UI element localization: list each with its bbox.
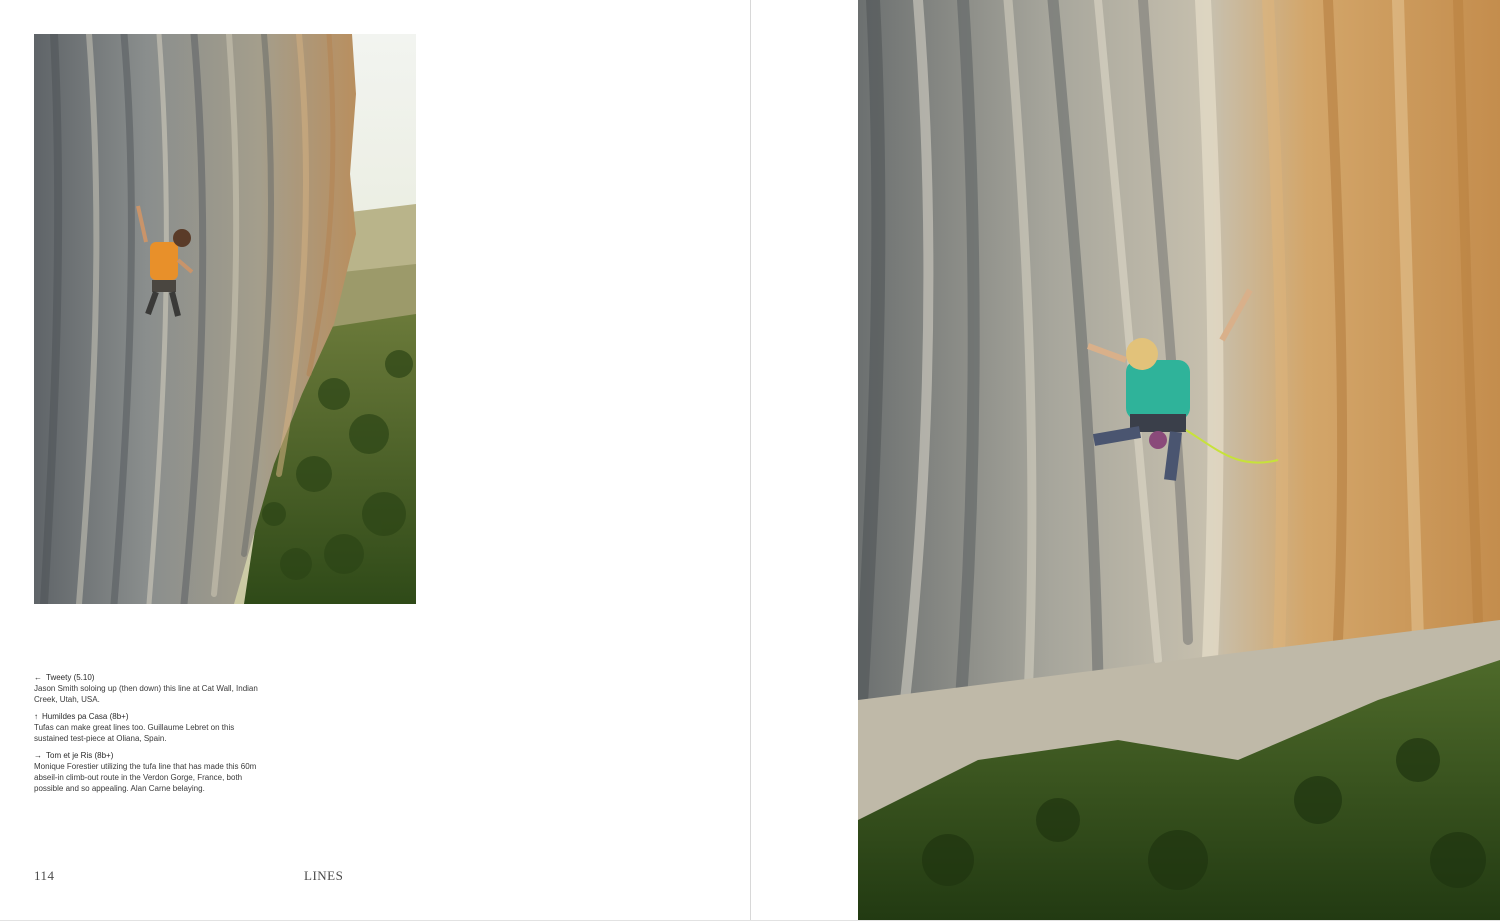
- running-head: LINES: [304, 868, 344, 883]
- caption-body: Monique Forestier utilizing the tufa lin…: [34, 762, 257, 793]
- page-number: 114: [34, 868, 55, 883]
- left-page: ← Tweety (5.10) Jason Smith soloing up (t…: [0, 0, 750, 921]
- arrow-up-icon: ↑: [34, 712, 38, 721]
- photo-climber-orange-shirt: [34, 34, 416, 604]
- arrow-right-icon: →: [34, 751, 42, 760]
- caption-tom-et-je-ris: → Tom et je Ris (8b+) Monique Forestier u…: [34, 750, 264, 794]
- caption-body: Tufas can make great lines too. Guillaum…: [34, 723, 235, 743]
- caption-body: Jason Smith soloing up (then down) this …: [34, 684, 258, 704]
- photo-climber-teal-top: [858, 0, 1500, 921]
- caption-humildes: ↑ Humildes pa Casa (8b+) Tufas can make g…: [34, 711, 264, 744]
- right-page: [751, 0, 1500, 921]
- caption-list: ← Tweety (5.10) Jason Smith soloing up (t…: [34, 672, 264, 800]
- caption-title: Tweety (5.10): [46, 673, 95, 682]
- caption-title: Humildes pa Casa (8b+): [42, 712, 129, 721]
- caption-tweety: ← Tweety (5.10) Jason Smith soloing up (t…: [34, 672, 264, 705]
- arrow-left-icon: ←: [34, 673, 42, 682]
- caption-title: Tom et je Ris (8b+): [46, 751, 114, 760]
